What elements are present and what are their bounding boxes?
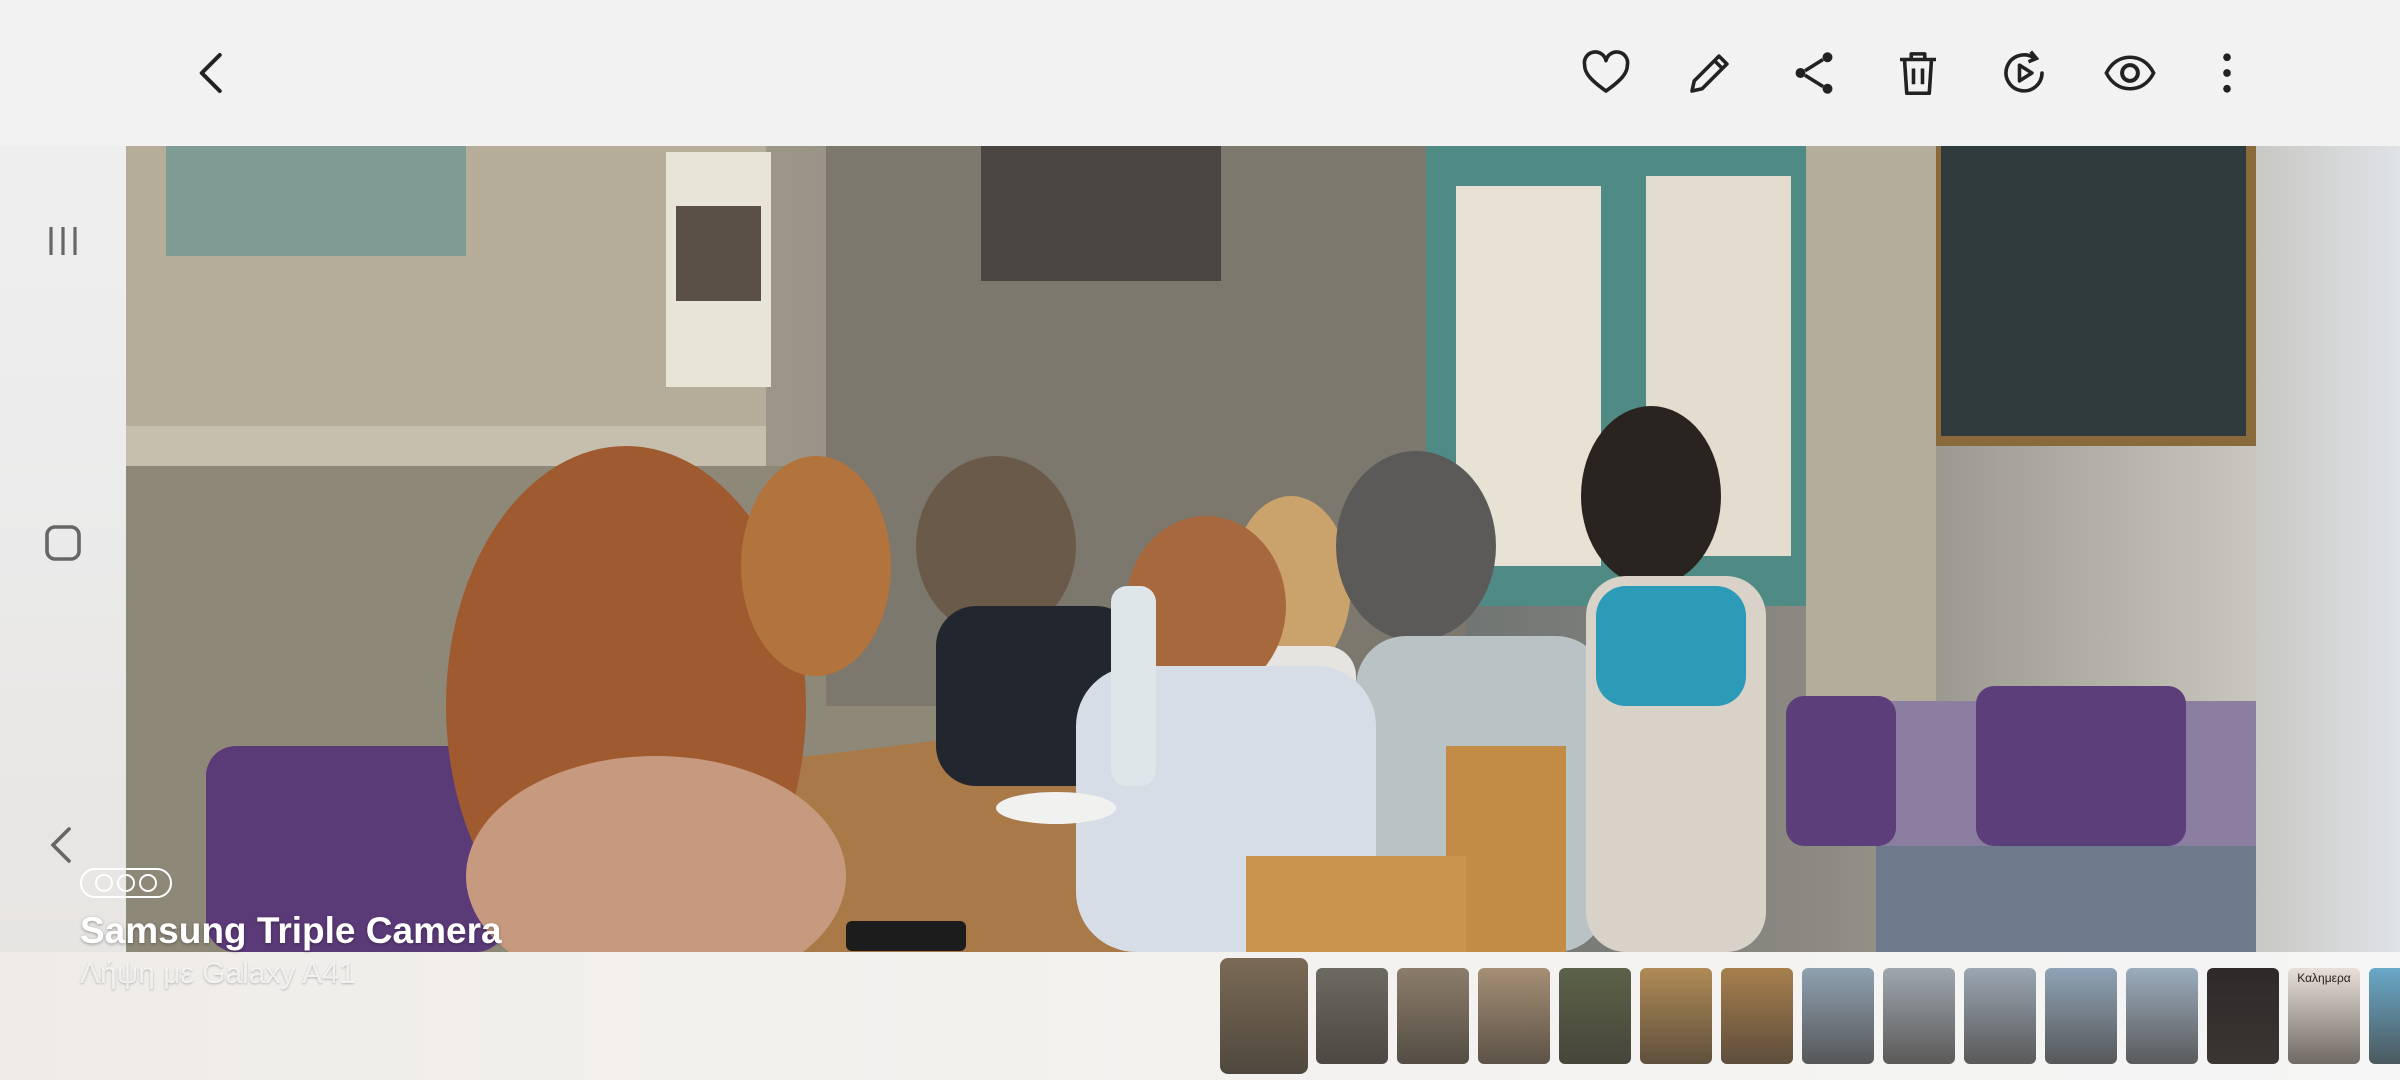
top-toolbar [0,0,2400,146]
delete-button[interactable] [1883,38,1953,108]
thumbnail[interactable] [1802,968,1874,1064]
more-vertical-icon [2223,53,2231,93]
trash-icon [1900,52,1936,96]
edit-button[interactable] [1675,38,1745,108]
triple-camera-icon [80,868,176,898]
main-photo[interactable] [126,146,2256,952]
thumbnail[interactable] [1478,968,1550,1064]
thumbnail[interactable] [1220,958,1308,1074]
thumbnail-caption: Καλημερα [2297,971,2351,985]
back-icon [50,827,71,863]
camera-title: Samsung Triple Camera [80,910,502,951]
thumbnail[interactable] [1397,968,1469,1064]
thumbnail[interactable] [2126,968,2198,1064]
thumbnail[interactable] [1883,968,1955,1064]
photo-edge-blur [2256,146,2400,952]
share-icon [1795,52,1833,94]
thumbnail[interactable] [1721,968,1793,1064]
back-button[interactable] [178,38,248,108]
recents-button[interactable] [30,208,96,274]
view-button[interactable] [2095,38,2165,108]
thumbnail[interactable] [1316,968,1388,1064]
pencil-icon [1690,54,1729,93]
thumbnail-strip[interactable]: Καλημερα [1218,956,2400,1076]
thumbnail[interactable] [1640,968,1712,1064]
thumbnail[interactable]: Καλημερα [2288,968,2360,1064]
thumbnail[interactable] [2045,968,2117,1064]
camera-subtitle: Λήψη με Galaxy A41 [80,957,356,990]
thumbnail[interactable] [2369,968,2400,1064]
heart-icon [1582,50,1630,93]
thumbnail[interactable] [2207,968,2279,1064]
home-button[interactable] [30,510,96,576]
thumbnail[interactable] [1559,968,1631,1064]
more-options-button[interactable] [2192,38,2262,108]
photo-scene [126,146,2256,952]
thumbnail[interactable] [1964,968,2036,1064]
motion-photo-button[interactable] [1989,38,2059,108]
chevron-left-icon [199,52,222,94]
favorite-button[interactable] [1571,38,1641,108]
recents-icon [49,227,77,255]
eye-icon [2104,55,2156,91]
home-icon [45,525,81,561]
share-button[interactable] [1779,38,1849,108]
motion-play-icon [2004,50,2044,93]
